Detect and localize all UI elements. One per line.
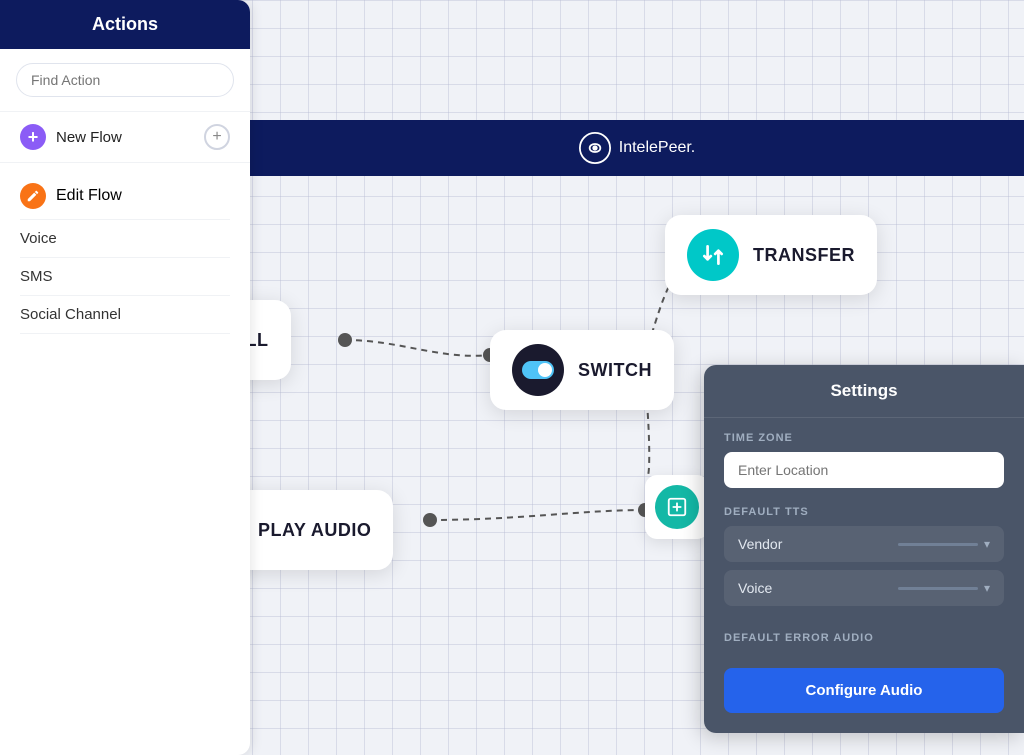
switch-label: SWITCH [578, 360, 652, 381]
logo: IntelePeer. [579, 132, 696, 164]
new-flow-label: New Flow [56, 129, 122, 146]
find-action-input[interactable] [16, 63, 234, 97]
edit-flow-icon [20, 183, 46, 209]
vendor-label: Vendor [738, 536, 782, 552]
timezone-section: TIME ZONE [704, 418, 1024, 492]
switch-node[interactable]: SWITCH [490, 330, 674, 410]
sidebar-search [0, 49, 250, 112]
sidebar-item-voice[interactable]: Voice [20, 220, 230, 258]
default-tts-section: DEFAULT TTS Vendor ▾ Voice ▾ [704, 492, 1024, 618]
error-audio-label: DEFAULT ERROR AUDIO [724, 632, 1004, 644]
vendor-bar [898, 543, 978, 546]
vendor-chevron-icon: ▾ [984, 537, 990, 551]
sidebar: Actions + New Flow + Edit Flow Voice SMS [0, 0, 250, 755]
small-node[interactable] [645, 475, 709, 539]
sidebar-item-social-channel[interactable]: Social Channel [20, 296, 230, 334]
voice-bar [898, 587, 978, 590]
play-audio-label: PLAY AUDIO [258, 520, 371, 541]
default-tts-label: DEFAULT TTS [724, 506, 1004, 518]
voice-chevron-icon: ▾ [984, 581, 990, 595]
new-flow-row[interactable]: + New Flow + [0, 112, 250, 163]
sidebar-item-sms[interactable]: SMS [20, 258, 230, 296]
transfer-icon [687, 229, 739, 281]
edit-flow-item[interactable]: Edit Flow [20, 177, 230, 220]
voice-label: Voice [738, 580, 772, 596]
sidebar-actions-section: Edit Flow Voice SMS Social Channel [0, 163, 250, 340]
new-flow-plus-button[interactable]: + [204, 124, 230, 150]
transfer-node[interactable]: TRANSFER [665, 215, 877, 295]
logo-text: IntelePeer. [619, 139, 696, 157]
settings-panel: Settings TIME ZONE DEFAULT TTS Vendor ▾ … [704, 365, 1024, 733]
small-node-icon [655, 485, 699, 529]
sidebar-header: Actions [0, 0, 250, 49]
header-bar: IntelePeer. [250, 120, 1024, 176]
timezone-label: TIME ZONE [724, 432, 1004, 444]
configure-audio-button[interactable]: Configure Audio [724, 668, 1004, 713]
error-audio-section: DEFAULT ERROR AUDIO [704, 618, 1024, 656]
new-flow-icon: + [20, 124, 46, 150]
timezone-input[interactable] [724, 452, 1004, 488]
edit-flow-label: Edit Flow [56, 187, 122, 205]
voice-select-row[interactable]: Voice ▾ [724, 570, 1004, 606]
settings-title: Settings [704, 365, 1024, 418]
transfer-label: TRANSFER [753, 245, 855, 266]
vendor-select-row[interactable]: Vendor ▾ [724, 526, 1004, 562]
switch-icon [512, 344, 564, 396]
